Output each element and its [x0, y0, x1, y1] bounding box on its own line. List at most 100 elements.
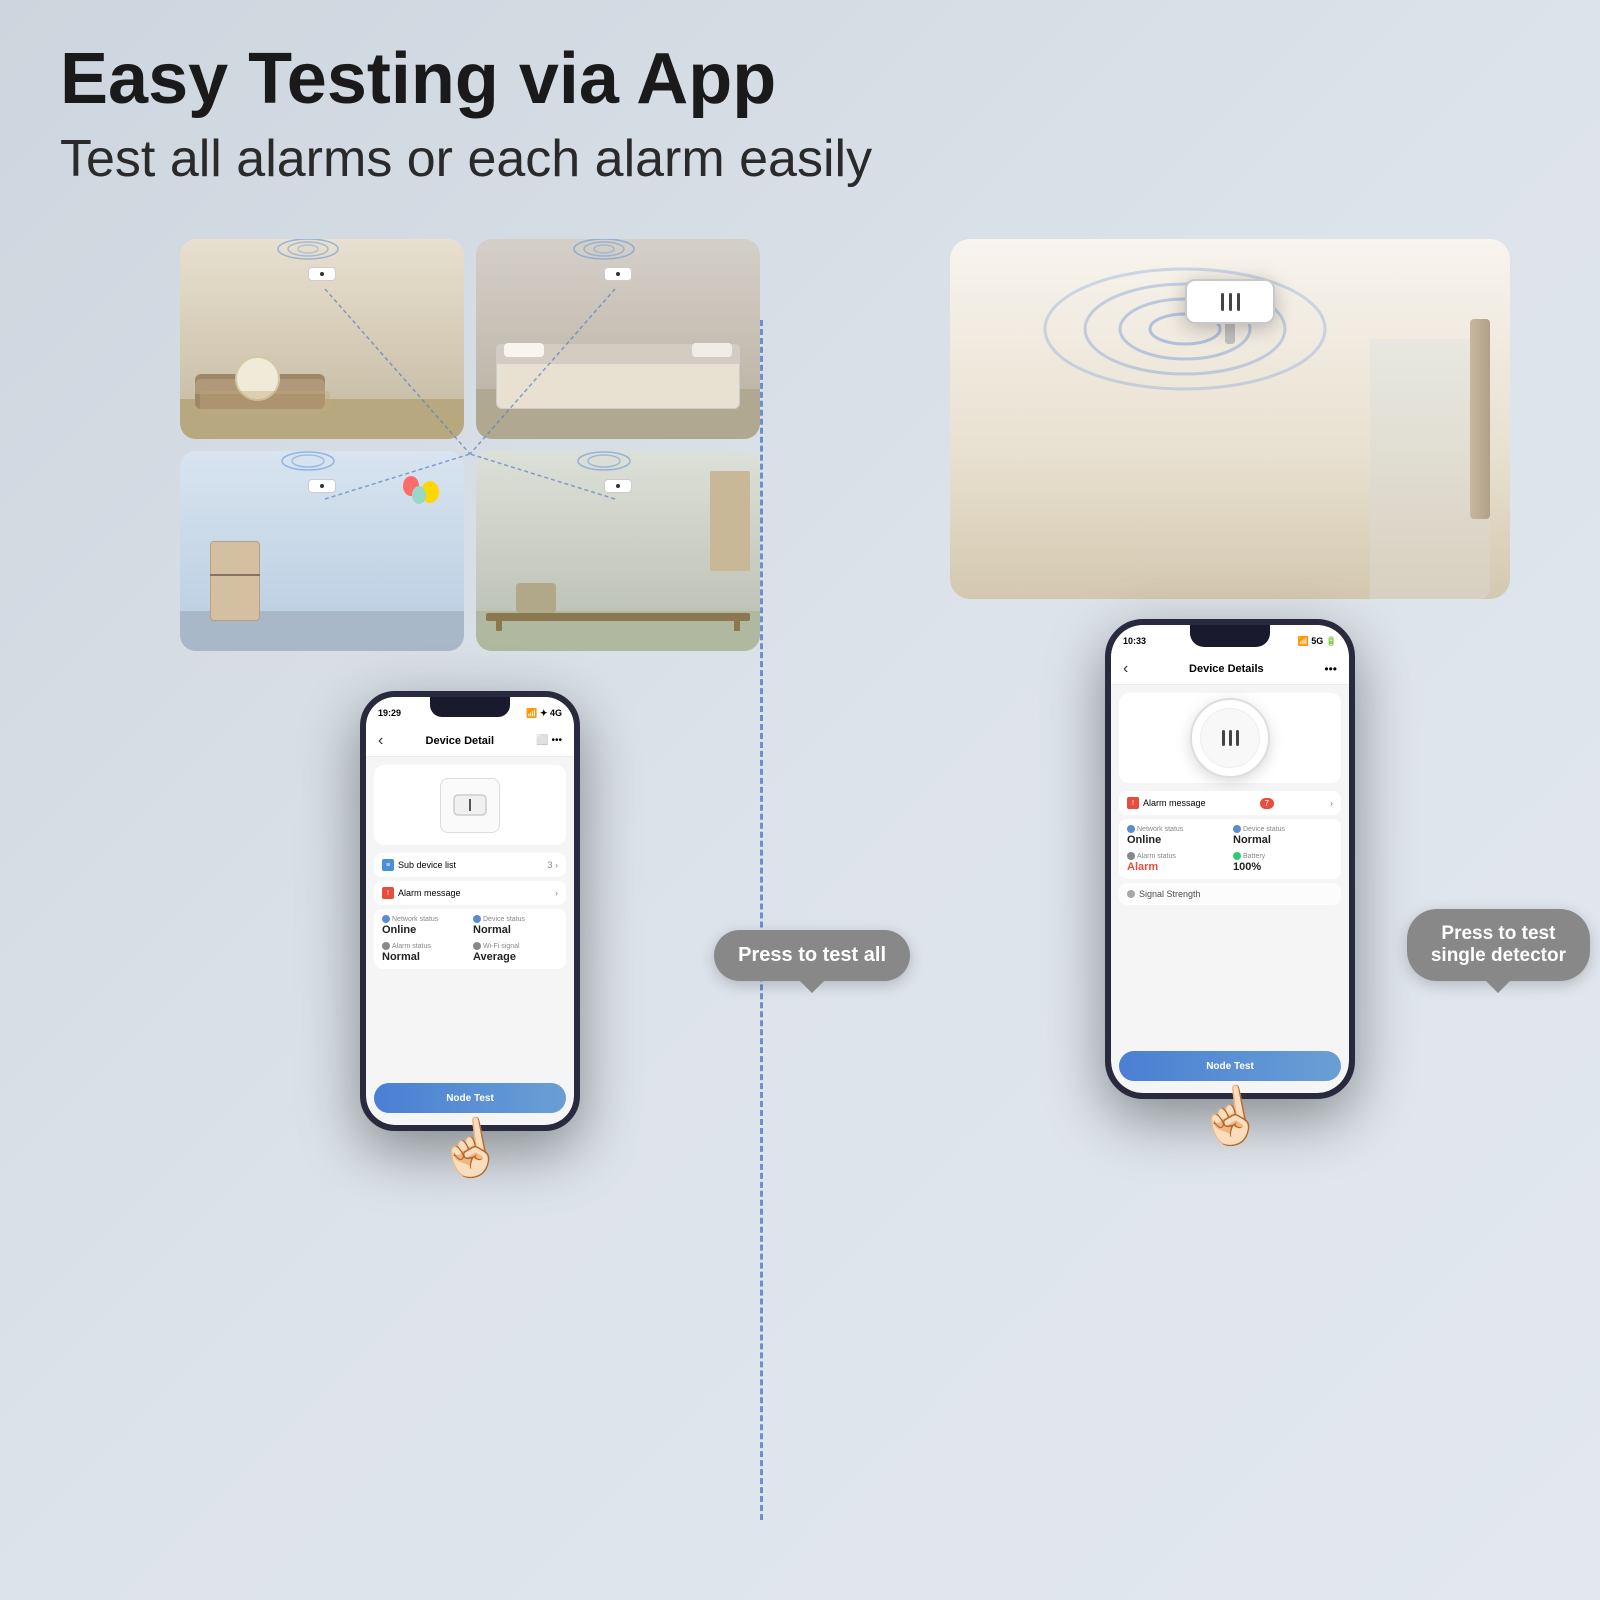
right-signal-left: Signal Strength [1127, 889, 1201, 899]
right-test-label: Node Test [1206, 1061, 1254, 1072]
right-section: 10:33 📶 5G 🔋 ‹ Device Details ••• [920, 239, 1540, 1181]
right-alarm-left: ! Alarm message [1127, 797, 1206, 809]
right-signal: 📶 5G 🔋 [1298, 636, 1337, 647]
right-alarm-status-value: Alarm [1127, 861, 1227, 873]
room-bedroom [476, 239, 760, 439]
left-bubble-tail [800, 981, 824, 993]
left-time: 19:29 [378, 708, 401, 718]
right-alarm-label: Alarm message [1143, 798, 1206, 808]
right-nav-title: Device Details [1128, 663, 1324, 675]
ceiling-det-body [1185, 279, 1275, 324]
right-time: 10:33 [1123, 636, 1146, 646]
right-notch [1190, 625, 1270, 647]
left-device-box [440, 778, 500, 833]
left-wifi-label: Wi-Fi signal [473, 942, 558, 950]
living-bg [180, 239, 464, 439]
room-living-scene [180, 239, 464, 439]
left-sub-device-value: 3 › [547, 860, 558, 870]
right-phone-content: ! Alarm message 7 › [1111, 685, 1349, 1093]
left-nav-icons[interactable]: ⬜ ••• [536, 735, 562, 746]
left-sub-device-label: Sub device list [398, 860, 456, 870]
room-kids [180, 451, 464, 651]
right-battery-value: 100% [1233, 861, 1333, 873]
left-device-image [374, 765, 566, 845]
ceiling-photo [950, 239, 1510, 599]
left-device-label: Device status [473, 915, 558, 923]
left-network-label: Network status [382, 915, 467, 923]
right-network-value: Online [1127, 834, 1227, 846]
left-status-grid: Network status Online Device status [374, 909, 566, 969]
right-alarm-arrow: › [1330, 798, 1333, 808]
right-nav-bar: ‹ Device Details ••• [1111, 653, 1349, 685]
page-container: Easy Testing via App Test all alarms or … [0, 0, 1600, 1600]
main-title: Easy Testing via App [60, 40, 1540, 119]
right-device-status: Device status Normal [1233, 825, 1333, 846]
right-alarm-badge: 7 [1260, 798, 1274, 809]
left-alarm-status: Alarm status Normal [382, 942, 467, 963]
left-alarm-status-value: Normal [382, 951, 467, 963]
left-alarm-value: › [555, 888, 558, 898]
bedroom-bg [476, 239, 760, 439]
left-nav-bar: ‹ Device Detail ⬜ ••• [366, 725, 574, 757]
left-phone[interactable]: 19:29 📶 ✦ 4G ‹ Device Detail ⬜ ••• [360, 691, 580, 1131]
left-phone-content: ≡ Sub device list 3 › ! Alarm message [366, 757, 574, 1125]
left-phone-screen: 19:29 📶 ✦ 4G ‹ Device Detail ⬜ ••• [366, 697, 574, 1125]
right-nav-menu[interactable]: ••• [1324, 662, 1337, 676]
sub-title: Test all alarms or each alarm easily [60, 129, 1540, 189]
right-device-round [1190, 698, 1270, 778]
device-svg-left [450, 787, 490, 823]
left-network-status: Network status Online [382, 915, 467, 936]
right-screen: 10:33 📶 5G 🔋 ‹ Device Details ••• [1111, 625, 1349, 1093]
right-alarm-row[interactable]: ! Alarm message 7 › [1119, 791, 1341, 815]
alarm-icon-left: ! [382, 887, 394, 899]
office-bg [476, 451, 760, 651]
ceiling-det-lines [1221, 293, 1240, 311]
room-grid [180, 239, 760, 651]
right-alarm-status: Alarm status Alarm [1127, 852, 1227, 873]
room-kids-scene [180, 451, 464, 651]
left-alarm-label: Alarm message [398, 888, 461, 898]
left-wifi-status: Wi-Fi signal Average [473, 942, 558, 963]
content-area: 19:29 📶 ✦ 4G ‹ Device Detail ⬜ ••• [60, 239, 1540, 1181]
right-alarm-status-label: Alarm status [1127, 852, 1227, 860]
ceiling-detector-assembly [1185, 279, 1275, 344]
left-phone-wrapper: 19:29 📶 ✦ 4G ‹ Device Detail ⬜ ••• [360, 691, 580, 1181]
left-device-value: Normal [473, 924, 558, 936]
left-sub-device-left: ≡ Sub device list [382, 859, 456, 871]
right-phone[interactable]: 10:33 📶 5G 🔋 ‹ Device Details ••• [1105, 619, 1355, 1099]
left-bubble-text: Press to test all [738, 944, 886, 966]
left-signal: 📶 ✦ 4G [526, 708, 562, 719]
left-network-value: Online [382, 924, 467, 936]
right-bubble-line1: Press to test [1431, 923, 1566, 945]
left-alarm-status-label: Alarm status [382, 942, 467, 950]
right-bubble-tail [1486, 981, 1510, 993]
ceiling-pulse-svg [1035, 249, 1335, 409]
kids-bg [180, 451, 464, 651]
left-wifi-value: Average [473, 951, 558, 963]
room-office-scene [476, 451, 760, 651]
left-alarm-row[interactable]: ! Alarm message › [374, 881, 566, 905]
right-signal-row[interactable]: Signal Strength [1119, 883, 1341, 905]
sub-device-icon: ≡ [382, 859, 394, 871]
room-living [180, 239, 464, 439]
left-sub-device-row[interactable]: ≡ Sub device list 3 › [374, 853, 566, 877]
right-network-status: Network status Online [1127, 825, 1227, 846]
right-battery-status: Battery 100% [1233, 852, 1333, 873]
alarm-icon-right: ! [1127, 797, 1139, 809]
right-device-label: Device status [1233, 825, 1333, 833]
room-grid-wrapper [180, 239, 760, 671]
right-device-value: Normal [1233, 834, 1333, 846]
right-test-button[interactable]: Node Test [1119, 1051, 1341, 1081]
right-phone-wrapper: 10:33 📶 5G 🔋 ‹ Device Details ••• [1105, 619, 1355, 1149]
right-signal-label: Signal Strength [1139, 889, 1201, 899]
left-bubble: Press to test all [714, 930, 910, 981]
left-test-button[interactable]: Node Test [374, 1083, 566, 1113]
right-hand: ☝🏻 [1191, 1079, 1270, 1155]
left-test-label: Node Test [446, 1093, 494, 1104]
right-device-image [1119, 693, 1341, 783]
right-bubble-line2: single detector [1431, 945, 1566, 967]
left-nav-title: Device Detail [383, 735, 536, 747]
room-bedroom-scene [476, 239, 760, 439]
right-network-label: Network status [1127, 825, 1227, 833]
room-office [476, 451, 760, 651]
